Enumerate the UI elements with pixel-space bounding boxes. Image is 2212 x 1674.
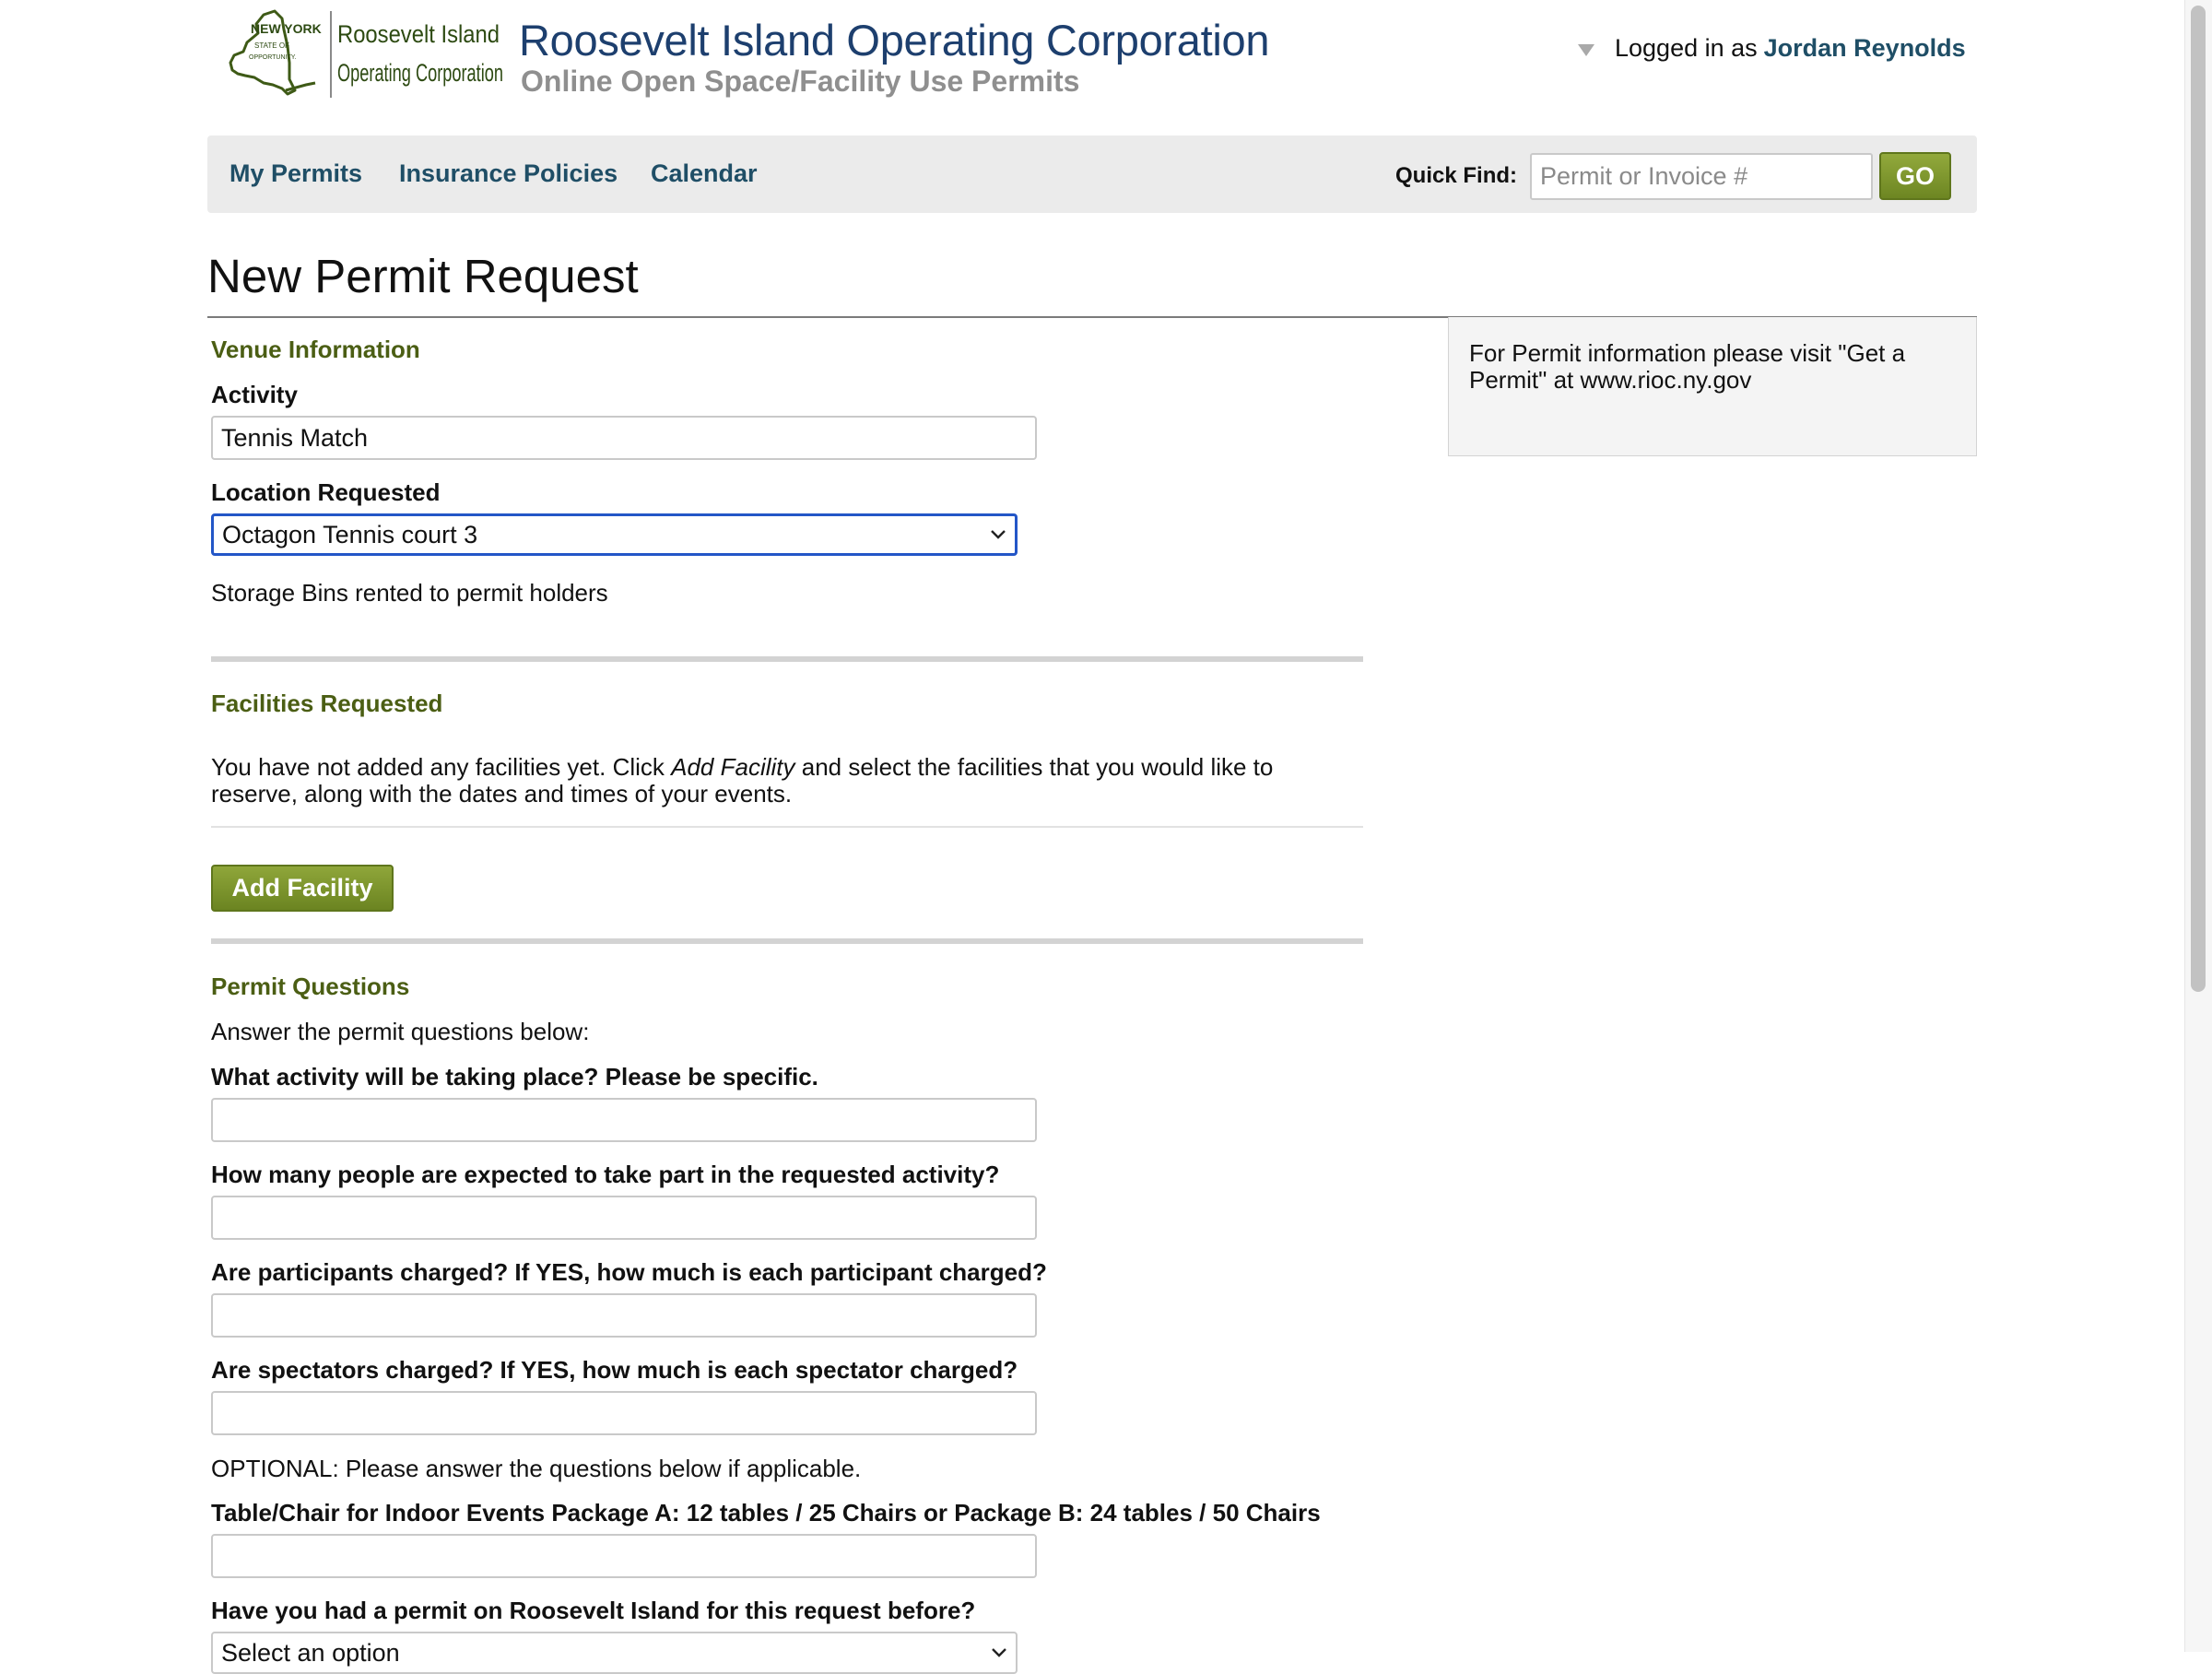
permit-info-box: For Permit information please visit "Get…: [1448, 317, 1977, 456]
section-divider: [211, 656, 1363, 662]
user-name-link[interactable]: Jordan Reynolds: [1764, 34, 1966, 63]
nav-my-permits[interactable]: My Permits: [229, 159, 362, 188]
question-tables-label: Table/Chair for Indoor Events Package A:…: [211, 1499, 1321, 1527]
quick-find-input[interactable]: [1530, 153, 1873, 200]
section-divider: [211, 938, 1363, 944]
venue-information-heading: Venue Information: [211, 336, 420, 363]
question-spectators-label: Are spectators charged? If YES, how much…: [211, 1356, 1018, 1384]
question-people-label: How many people are expected to take par…: [211, 1161, 1000, 1188]
question-participants-label: Are participants charged? If YES, how mu…: [211, 1258, 1047, 1286]
location-select[interactable]: Octagon Tennis court 3: [211, 513, 1018, 556]
facilities-divider: [211, 826, 1363, 828]
optional-note: OPTIONAL: Please answer the questions be…: [211, 1455, 862, 1482]
location-selected-value: Octagon Tennis court 3: [222, 520, 478, 548]
svg-text:OPPORTUNITY.: OPPORTUNITY.: [249, 54, 297, 61]
svg-text:STATE OF: STATE OF: [254, 41, 289, 50]
prior-permit-select[interactable]: Select an option: [211, 1632, 1018, 1674]
question-tables-field[interactable]: [211, 1534, 1037, 1578]
nav-calendar[interactable]: Calendar: [651, 159, 758, 188]
app-subtitle: Online Open Space/Facility Use Permits: [521, 65, 1080, 98]
no-facilities-message: You have not added any facilities yet. C…: [211, 753, 1274, 808]
caret-down-icon[interactable]: [1578, 44, 1594, 56]
chevron-down-icon: [992, 1648, 1006, 1657]
prior-permit-selected-value: Select an option: [221, 1638, 400, 1667]
nav-insurance-policies[interactable]: Insurance Policies: [399, 159, 618, 188]
location-note: Storage Bins rented to permit holders: [211, 579, 608, 607]
svg-text:Roosevelt Island: Roosevelt Island: [337, 20, 500, 48]
go-button[interactable]: GO: [1879, 152, 1951, 200]
facilities-requested-heading: Facilities Requested: [211, 690, 443, 717]
question-participants-field[interactable]: [211, 1293, 1037, 1338]
question-people-field[interactable]: [211, 1196, 1037, 1240]
logged-in-prefix: Logged in as: [1615, 34, 1758, 62]
question-prior-permit-label: Have you had a permit on Roosevelt Islan…: [211, 1597, 976, 1624]
question-spectators-field[interactable]: [211, 1391, 1037, 1435]
question-activity-field[interactable]: [211, 1098, 1037, 1142]
page-title: New Permit Request: [207, 250, 639, 302]
activity-field[interactable]: [211, 416, 1037, 460]
main-nav: My Permits Insurance Policies Calendar Q…: [207, 136, 1977, 213]
scrollbar-thumb[interactable]: [2191, 6, 2206, 992]
chevron-down-icon: [991, 530, 1006, 539]
svg-text:Operating Corporation: Operating Corporation: [337, 59, 503, 87]
location-label: Location Requested: [211, 478, 441, 506]
quick-find-label: Quick Find:: [1395, 163, 1517, 188]
question-activity-label: What activity will be taking place? Plea…: [211, 1063, 818, 1090]
permit-questions-heading: Permit Questions: [211, 973, 410, 1000]
user-menu[interactable]: Logged in as Jordan Reynolds: [1578, 34, 1966, 63]
add-facility-button[interactable]: Add Facility: [211, 865, 394, 912]
new-york-state-map-icon: NEW YORK STATE OF OPPORTUNITY. Roosevelt…: [229, 9, 503, 98]
org-name: Roosevelt Island Operating Corporation: [519, 16, 1270, 65]
rioc-logo[interactable]: NEW YORK STATE OF OPPORTUNITY. Roosevelt…: [223, 6, 505, 101]
questions-intro: Answer the permit questions below:: [211, 1018, 590, 1045]
activity-label: Activity: [211, 381, 298, 408]
svg-text:NEW YORK: NEW YORK: [251, 21, 322, 36]
